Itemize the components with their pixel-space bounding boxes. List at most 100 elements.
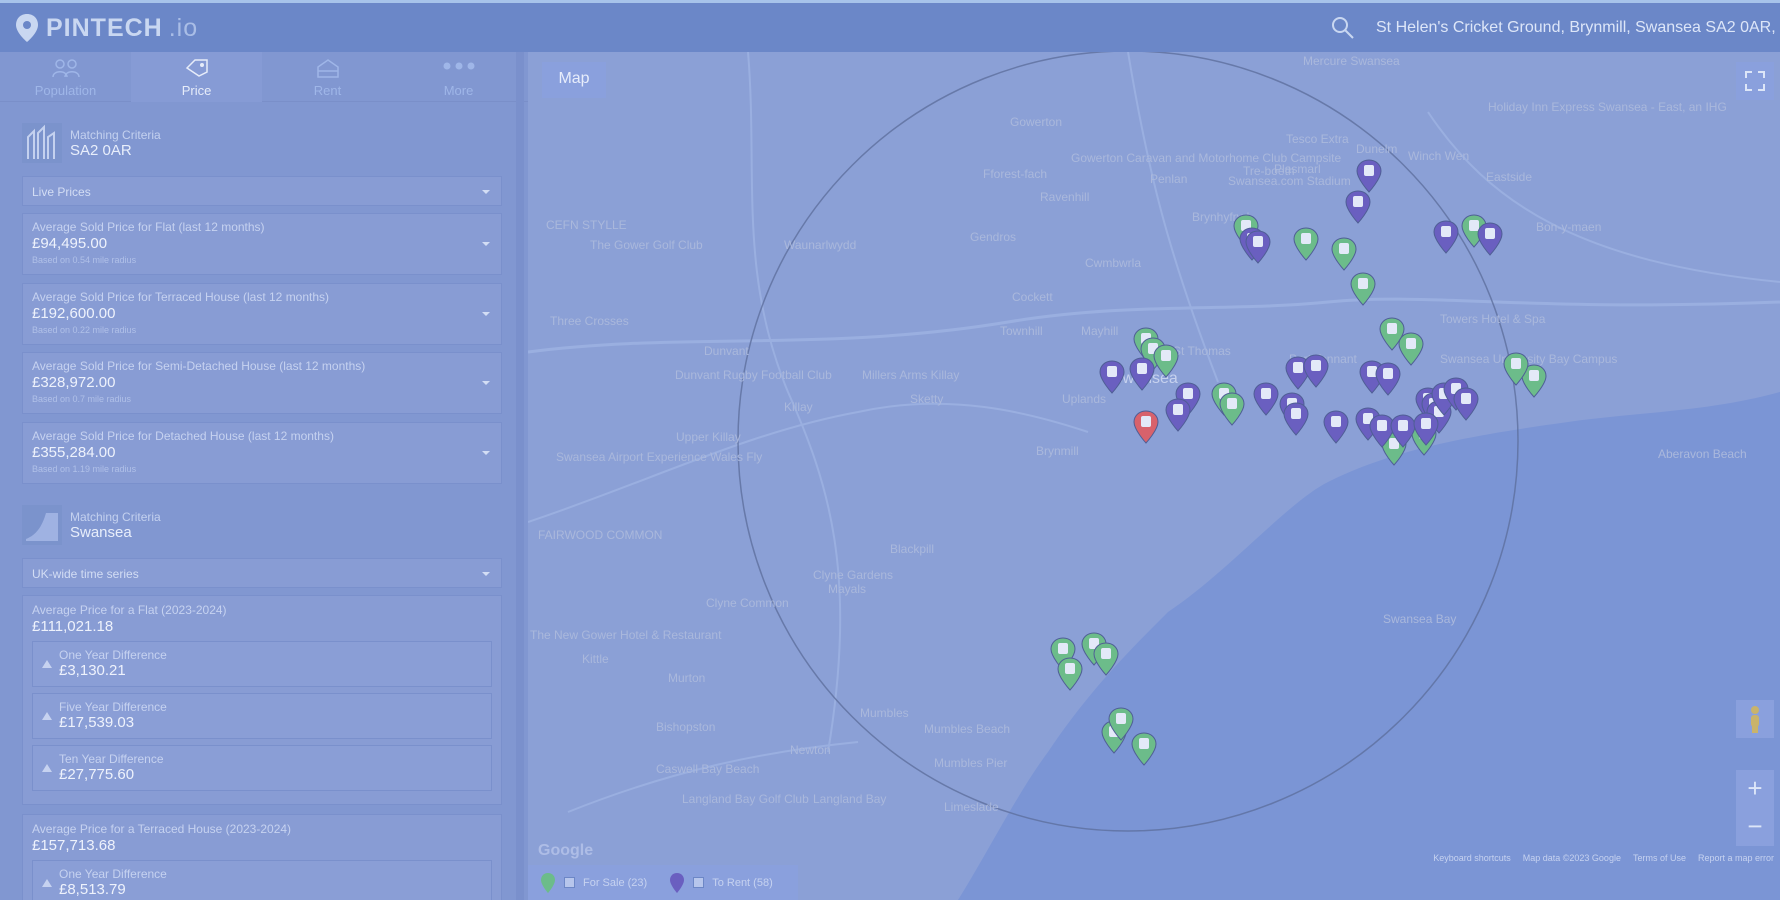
- map-legend: For Sale (23) To Rent (58): [528, 865, 798, 900]
- to-rent-pin[interactable]: [1345, 190, 1371, 224]
- to-rent-pin[interactable]: [1129, 357, 1155, 391]
- to-rent-pin[interactable]: [1356, 159, 1382, 193]
- place-label: Ravenhill: [1040, 190, 1090, 204]
- up-arrow-icon: [42, 879, 52, 887]
- terms-link[interactable]: Terms of Use: [1633, 853, 1686, 863]
- place-label: CEFN STYLLE: [546, 218, 627, 232]
- place-label: Blackpill: [890, 542, 935, 556]
- keyboard-shortcuts-link[interactable]: Keyboard shortcuts: [1433, 853, 1511, 863]
- place-label: Murton: [668, 671, 706, 685]
- place-label: Mayals: [828, 582, 867, 596]
- diff-value: £27,775.60: [59, 766, 135, 783]
- chevron-down-icon: [482, 451, 490, 455]
- sidebar-scrollbar[interactable]: [516, 52, 524, 900]
- zoom-in-button[interactable]: +: [1736, 770, 1774, 808]
- place-label: Mercure Swansea: [1303, 54, 1400, 68]
- to-rent-pin[interactable]: [1453, 387, 1479, 421]
- map-view[interactable]: Map + − Gowerton Gowerton Caravan and Mot…: [528, 52, 1780, 900]
- stat-card-flat[interactable]: Average Sold Price for Flat (last 12 mon…: [22, 213, 502, 275]
- report-error-link[interactable]: Report a map error: [1698, 853, 1774, 863]
- for-sale-pin[interactable]: [1331, 237, 1357, 271]
- place-label: Cockett: [1012, 290, 1053, 304]
- place-label: Langland Bay Golf Club: [682, 792, 809, 806]
- tab-more[interactable]: More: [393, 52, 524, 102]
- zoom-out-button[interactable]: −: [1736, 808, 1774, 846]
- for-sale-checkbox[interactable]: [564, 877, 575, 888]
- chevron-down-icon: [482, 572, 490, 576]
- fullscreen-button[interactable]: [1736, 62, 1774, 100]
- to-rent-pin[interactable]: [1099, 360, 1125, 394]
- stat-card-detached[interactable]: Average Sold Price for Detached House (l…: [22, 422, 502, 484]
- price-tag-icon: [185, 59, 208, 77]
- place-label: St Thomas: [1173, 344, 1231, 358]
- for-sale-pin[interactable]: [1153, 344, 1179, 378]
- map-type-button[interactable]: Map: [542, 62, 606, 98]
- place-label: Bon-y-maen: [1536, 220, 1602, 234]
- difference-row: Ten Year Difference £27,775.60: [32, 745, 492, 791]
- for-sale-pin[interactable]: [1350, 272, 1376, 306]
- avg-value: £157,713.68: [32, 837, 116, 854]
- place-label: The Gower Golf Club: [590, 238, 703, 252]
- for-sale-pin[interactable]: [1503, 352, 1529, 386]
- avg-label: Average Price for a Terraced House (2023…: [32, 822, 292, 836]
- stat-label: Average Sold Price for Semi-Detached Hou…: [32, 359, 366, 373]
- to-rent-pin[interactable]: [1283, 402, 1309, 436]
- street-view-pegman[interactable]: [1736, 700, 1774, 738]
- place-label: Townhill: [1000, 324, 1043, 338]
- place-label: Limeslade: [944, 800, 999, 814]
- stat-card-semi-detached[interactable]: Average Sold Price for Semi-Detached Hou…: [22, 352, 502, 414]
- search-address[interactable]: St Helen's Cricket Ground, Brynmill, Swa…: [1376, 19, 1780, 37]
- to-rent-pin[interactable]: [1303, 354, 1329, 388]
- to-rent-pin[interactable]: [1323, 410, 1349, 444]
- to-rent-pin[interactable]: [1433, 220, 1459, 254]
- for-sale-pin[interactable]: [1219, 392, 1245, 426]
- criteria-title: SA2 0AR: [70, 141, 132, 159]
- to-rent-pin[interactable]: [1165, 398, 1191, 432]
- place-label: Bishopston: [656, 720, 716, 734]
- to-rent-pin[interactable]: [1375, 362, 1401, 396]
- live-prices-select[interactable]: Live Prices: [22, 176, 502, 206]
- stat-note: Based on 0.7 mile radius: [32, 394, 132, 404]
- to-rent-pin[interactable]: [1245, 230, 1271, 264]
- chevron-down-icon: [482, 242, 490, 246]
- map-attribution: Keyboard shortcuts Map data ©2023 Google…: [1433, 853, 1774, 863]
- tab-population[interactable]: Population: [0, 52, 131, 102]
- tab-price[interactable]: Price: [131, 52, 262, 102]
- place-label: Cwmbwrla: [1085, 256, 1142, 270]
- avg-price-flat: Average Price for a Flat (2023-2024) £11…: [22, 595, 502, 805]
- tab-rent[interactable]: Rent: [262, 52, 393, 102]
- avg-value: £111,021.18: [32, 618, 114, 635]
- place-label: Sketty: [910, 392, 944, 406]
- place-label: Caswell Bay Beach: [656, 762, 760, 776]
- place-label: Mumbles Beach: [924, 722, 1011, 736]
- select-value: Live Prices: [32, 185, 91, 199]
- for-sale-pin[interactable]: [1131, 732, 1157, 766]
- search-icon[interactable]: [1330, 15, 1356, 41]
- to-rent-pin[interactable]: [1413, 412, 1439, 446]
- for-sale-pin[interactable]: [1093, 642, 1119, 676]
- place-label: Tesco Extra: [1286, 132, 1349, 146]
- to-rent-pin[interactable]: [1253, 382, 1279, 416]
- time-series-select[interactable]: UK-wide time series: [22, 558, 502, 588]
- to-rent-checkbox[interactable]: [693, 877, 705, 888]
- place-label: Holiday Inn Express Swansea - East, an I…: [1488, 100, 1727, 114]
- place-label: The New Gower Hotel & Restaurant: [530, 628, 722, 642]
- place-label: Brynmill: [1036, 444, 1079, 458]
- logo[interactable]: PINTECH .io: [14, 13, 198, 43]
- to-rent-pin[interactable]: [1477, 222, 1503, 256]
- house-icon: [316, 59, 339, 78]
- dots-icon: [443, 62, 474, 70]
- buildings-icon: [22, 123, 62, 163]
- google-logo: Google: [538, 842, 594, 859]
- for-sale-pin[interactable]: [1057, 657, 1083, 691]
- stat-card-terraced[interactable]: Average Sold Price for Terraced House (l…: [22, 283, 502, 345]
- selected-location-pin[interactable]: [1133, 410, 1159, 444]
- criteria-header-town: Matching Criteria Swansea: [22, 505, 161, 545]
- for-sale-pin[interactable]: [1293, 227, 1319, 261]
- tab-bar: Population Price Rent More: [0, 52, 528, 102]
- to-rent-pin-icon: [670, 872, 685, 893]
- diff-label: Five Year Difference: [59, 700, 167, 714]
- chevron-down-icon: [482, 312, 490, 316]
- for-sale-pin[interactable]: [1398, 332, 1424, 366]
- stat-label: Average Sold Price for Flat (last 12 mon…: [32, 220, 265, 234]
